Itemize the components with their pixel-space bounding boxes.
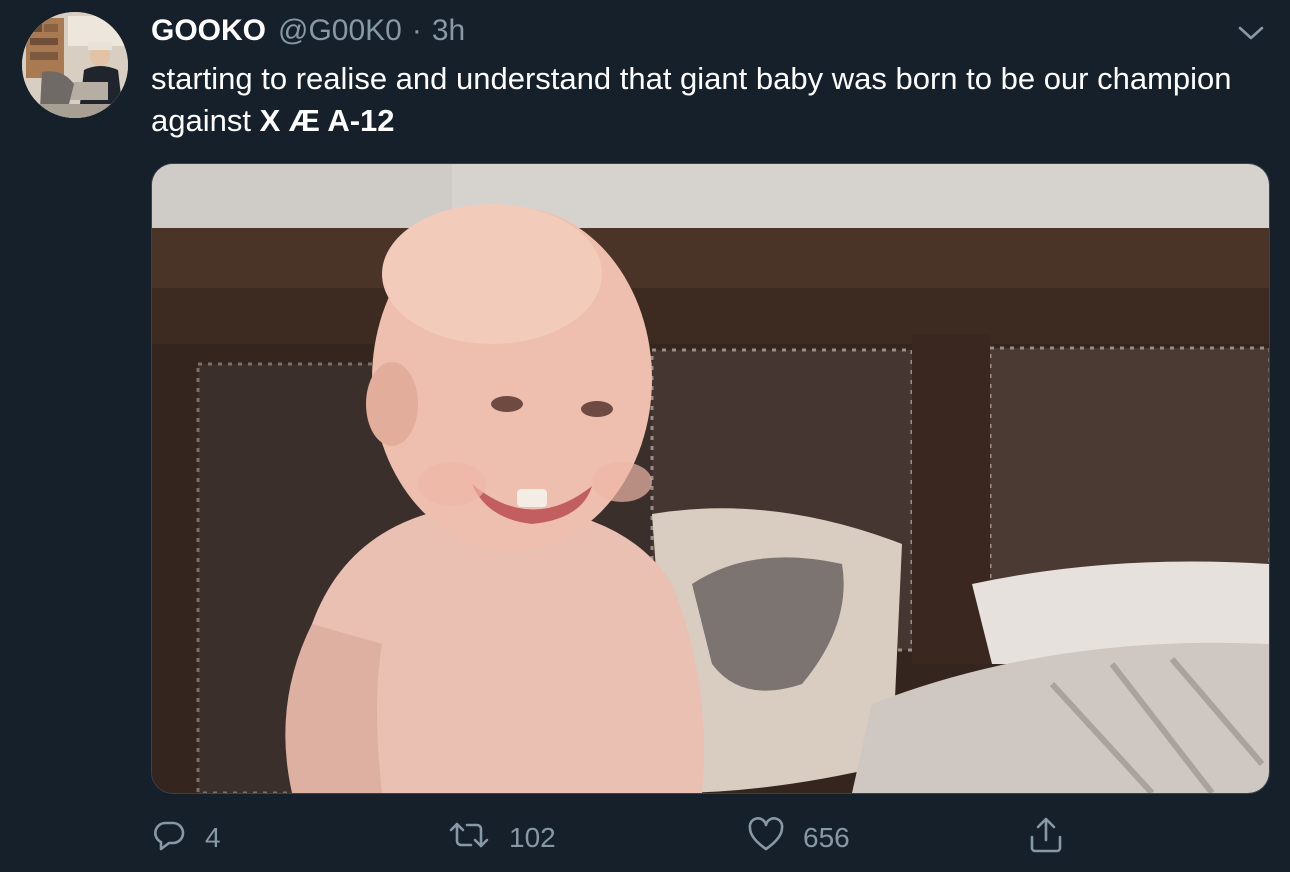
reply-icon [151, 817, 205, 860]
reply-count: 4 [205, 822, 221, 853]
display-name[interactable]: GOOKO [151, 14, 266, 48]
like-count: 656 [803, 822, 850, 853]
chevron-down-icon[interactable] [1234, 18, 1268, 48]
tweet-text-bold: X Æ A-12 [259, 103, 395, 138]
share-icon [1027, 815, 1083, 862]
avatar[interactable] [22, 12, 128, 118]
separator-dot: · [411, 14, 422, 47]
tweet-media[interactable] [151, 163, 1270, 794]
like-button[interactable]: 656 [747, 810, 850, 866]
tweet-header: GOOKO @G00K0 · 3h [151, 14, 465, 54]
tweet[interactable]: GOOKO @G00K0 · 3h starting to realise an… [0, 0, 1290, 872]
retweet-count: 102 [509, 822, 556, 853]
reply-button[interactable]: 4 [151, 810, 221, 866]
retweet-button[interactable]: 102 [447, 810, 556, 866]
tweet-text: starting to realise and understand that … [151, 58, 1251, 142]
heart-icon [747, 816, 803, 860]
user-handle[interactable]: @G00K0 [278, 14, 402, 48]
retweet-icon [447, 817, 509, 860]
tweet-actions: 4 102 656 [151, 810, 1091, 866]
timestamp[interactable]: 3h [432, 14, 465, 48]
share-button[interactable] [1027, 810, 1083, 866]
